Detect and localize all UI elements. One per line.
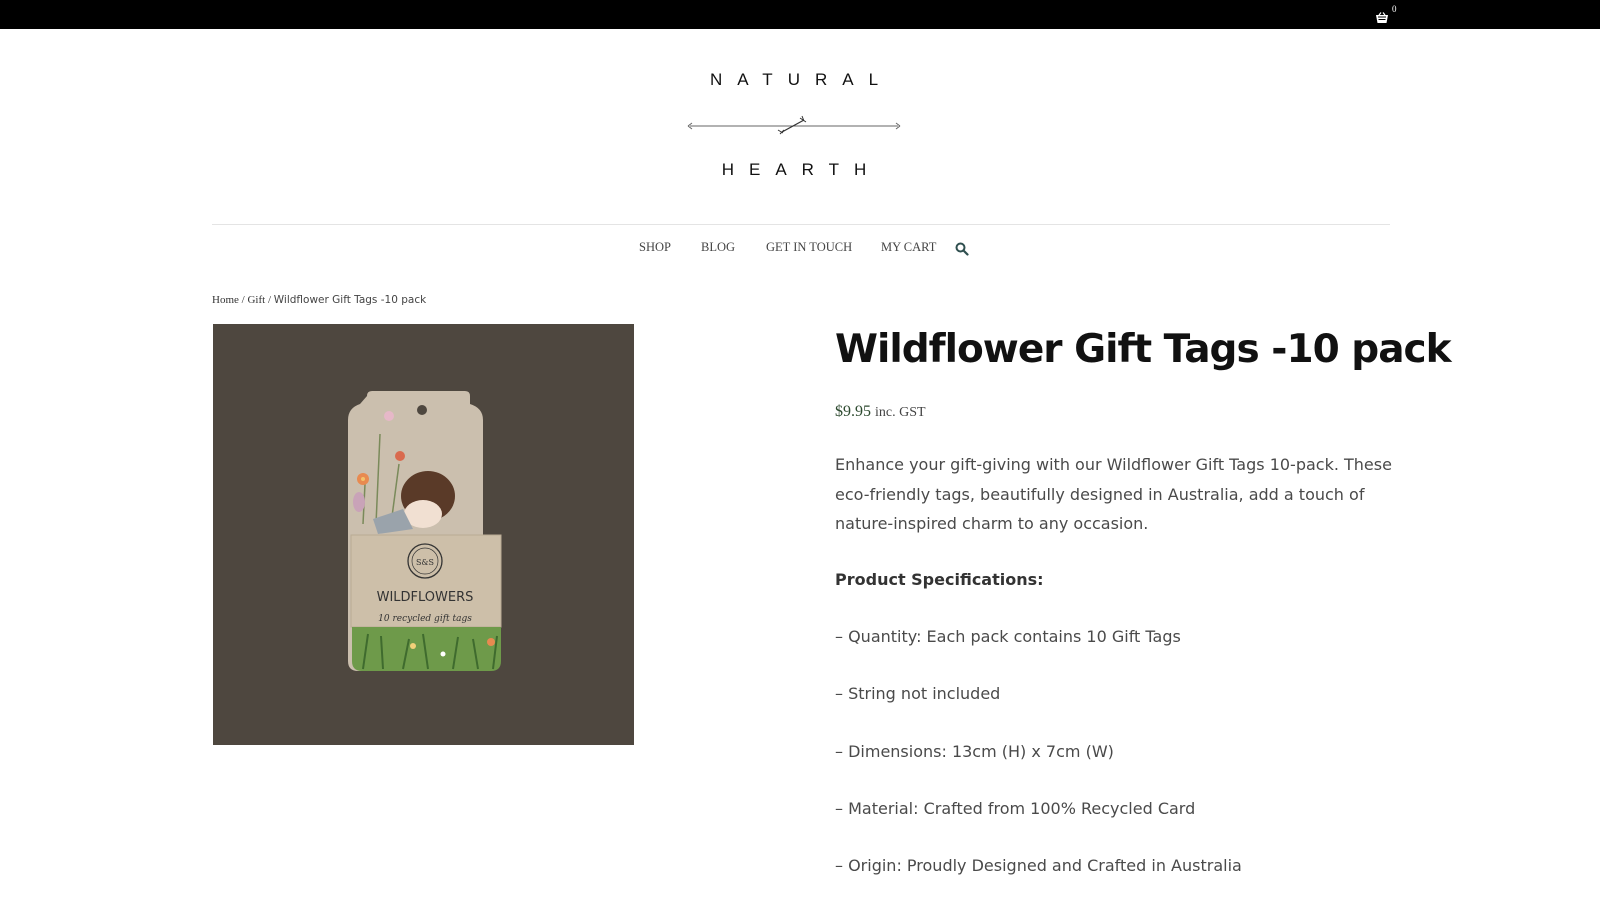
site-logo[interactable]: NATURAL HEARTH — [686, 62, 902, 192]
product-image[interactable]: S&S WILDFLOWERS 10 recycled gift tags — [213, 324, 634, 745]
breadcrumb-separator: / — [265, 294, 274, 306]
breadcrumb-current: Wildflower Gift Tags -10 pack — [273, 294, 427, 306]
breadcrumb-home[interactable]: Home — [212, 294, 239, 306]
nav-item-shop[interactable]: SHOP — [639, 240, 671, 255]
spec-item: – Quantity: Each pack contains 10 Gift T… — [835, 627, 1181, 646]
spec-item: – Origin: Proudly Designed and Crafted i… — [835, 856, 1242, 875]
price-suffix: inc. GST — [875, 405, 926, 420]
breadcrumb: Home / Gift / Wildflower Gift Tags -10 p… — [212, 294, 426, 306]
header-cart[interactable]: 0 — [1375, 4, 1401, 26]
breadcrumb-gift[interactable]: Gift — [247, 294, 265, 306]
spec-heading: Product Specifications: — [835, 570, 1044, 589]
gift-tag-pack-image: S&S WILDFLOWERS 10 recycled gift tags — [348, 391, 502, 671]
packaging-subtitle: 10 recycled gift tags — [378, 614, 472, 624]
price-amount: $9.95 — [835, 403, 871, 420]
product-title: Wildflower Gift Tags -10 pack — [835, 327, 1452, 372]
nav-item-my-cart[interactable]: MY CART — [881, 240, 936, 255]
search-icon[interactable] — [955, 242, 969, 256]
spec-item: – String not included — [835, 684, 1001, 703]
twig-icon — [687, 115, 901, 135]
top-bar: 0 — [0, 0, 1600, 29]
product-price: $9.95 inc. GST — [835, 403, 926, 421]
spec-item: – Material: Crafted from 100% Recycled C… — [835, 799, 1196, 818]
nav-item-blog[interactable]: BLOG — [701, 240, 735, 255]
cart-count-badge: 0 — [1392, 4, 1397, 14]
product-description: Enhance your gift-giving with our Wildfl… — [835, 455, 1392, 533]
spec-item: – Dimensions: 13cm (H) x 7cm (W) — [835, 742, 1114, 761]
logo-text-natural: NATURAL — [709, 70, 894, 89]
logo-text-hearth: HEARTH — [721, 160, 882, 179]
header-divider — [212, 224, 1390, 225]
basket-icon — [1376, 12, 1388, 23]
main-nav: SHOP BLOG GET IN TOUCH MY CART — [0, 240, 1600, 260]
svg-text:S&S: S&S — [416, 558, 434, 567]
nav-item-get-in-touch[interactable]: GET IN TOUCH — [766, 240, 852, 255]
packaging-title: WILDFLOWERS — [377, 590, 474, 605]
